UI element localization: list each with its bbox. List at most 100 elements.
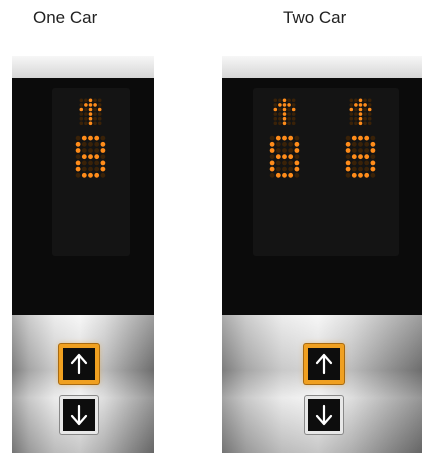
led-dot-off <box>94 141 100 147</box>
led-dot-off <box>84 98 88 103</box>
led-dot-off <box>363 107 367 112</box>
led-dot-lit <box>81 154 87 160</box>
led-dot-off <box>354 112 358 116</box>
led-dot-lit <box>79 107 84 112</box>
led-dot-off <box>349 112 354 116</box>
led-dot-lit <box>367 107 372 112</box>
led-dot-lit <box>291 107 296 112</box>
led-dot-lit <box>288 135 294 141</box>
led-dot-lit <box>358 172 363 178</box>
led-dot-lit <box>294 160 300 166</box>
led-dot-off <box>367 112 372 116</box>
led-dot-lit <box>370 166 376 172</box>
led-dot-off <box>278 116 282 121</box>
call-down-button[interactable] <box>305 396 343 434</box>
led-dot-off <box>367 98 372 103</box>
led-dot-lit <box>351 135 357 141</box>
led-dot-lit <box>358 135 363 141</box>
led-dot-off <box>93 98 97 103</box>
led-dot-off <box>79 112 84 116</box>
led-dot-off <box>273 98 278 103</box>
led-dot-off <box>275 160 281 166</box>
led-dot-off <box>351 141 357 147</box>
led-dot-lit <box>288 172 294 178</box>
led-dot-off <box>363 121 367 126</box>
led-dot-lit <box>88 112 93 116</box>
led-dot-off <box>294 135 300 141</box>
led-dot-off <box>93 107 97 112</box>
display-window <box>52 88 130 256</box>
led-dot-lit <box>364 172 370 178</box>
direction-up-indicator-icon <box>273 98 297 126</box>
led-dot-off <box>84 107 88 112</box>
led-dot-off <box>358 141 363 147</box>
led-dot-lit <box>358 154 363 160</box>
led-dot-off <box>79 103 84 107</box>
led-dot-off <box>84 116 88 121</box>
led-dot-lit <box>345 160 351 166</box>
led-dot-off <box>275 141 281 147</box>
led-dot-lit <box>358 103 363 107</box>
down-arrow-icon <box>70 404 88 426</box>
led-dot-off <box>275 148 281 153</box>
led-dot-off <box>94 148 100 153</box>
led-dot-off <box>287 112 291 116</box>
one-car-caption: One Car <box>33 8 98 27</box>
led-dot-off <box>288 160 294 166</box>
led-dot-off <box>291 98 296 103</box>
led-dot-off <box>94 160 100 166</box>
led-dot-lit <box>275 135 281 141</box>
led-dot-lit <box>345 141 351 147</box>
led-dot-lit <box>282 107 287 112</box>
led-dot-off <box>88 166 93 172</box>
led-dot-off <box>278 98 282 103</box>
led-dot-off <box>282 141 287 147</box>
floor-display <box>12 78 154 315</box>
led-dot-lit <box>349 107 354 112</box>
led-dot-off <box>367 121 372 126</box>
led-dot-lit <box>358 112 363 116</box>
led-dot-lit <box>294 166 300 172</box>
led-dot-off <box>363 116 367 121</box>
led-dot-off <box>273 121 278 126</box>
led-dot-off <box>349 116 354 121</box>
led-dot-lit <box>269 141 275 147</box>
led-dot-off <box>288 166 294 172</box>
floor-display <box>222 78 422 315</box>
led-dot-lit <box>88 172 93 178</box>
floor-digit <box>345 135 377 187</box>
led-dot-off <box>273 103 278 107</box>
led-dot-lit <box>282 121 287 126</box>
led-dot-off <box>354 98 358 103</box>
led-dot-off <box>367 103 372 107</box>
call-up-button[interactable] <box>304 344 344 384</box>
led-dot-off <box>370 154 376 160</box>
led-dot-lit <box>358 98 363 103</box>
two-car-panel <box>222 56 422 453</box>
led-dot-off <box>345 154 351 160</box>
led-dot-off <box>269 172 275 178</box>
led-dot-off <box>273 116 278 121</box>
led-dot-lit <box>81 172 87 178</box>
call-up-button[interactable] <box>59 344 99 384</box>
led-dot-off <box>278 121 282 126</box>
led-dot-off <box>79 121 84 126</box>
led-dot-off <box>79 98 84 103</box>
led-dot-off <box>282 148 287 153</box>
led-dot-lit <box>358 121 363 126</box>
led-dot-lit <box>84 103 88 107</box>
led-dot-lit <box>100 141 106 147</box>
call-down-button[interactable] <box>60 396 98 434</box>
led-dot-lit <box>94 154 100 160</box>
led-dot-off <box>364 166 370 172</box>
led-dot-off <box>273 112 278 116</box>
led-dot-off <box>345 135 351 141</box>
led-dot-off <box>370 172 376 178</box>
led-dot-lit <box>75 160 81 166</box>
led-dot-lit <box>294 141 300 147</box>
floor-digit <box>75 135 107 187</box>
led-dot-lit <box>100 160 106 166</box>
led-dot-off <box>291 116 296 121</box>
led-dot-off <box>75 154 81 160</box>
led-dot-lit <box>88 107 93 112</box>
